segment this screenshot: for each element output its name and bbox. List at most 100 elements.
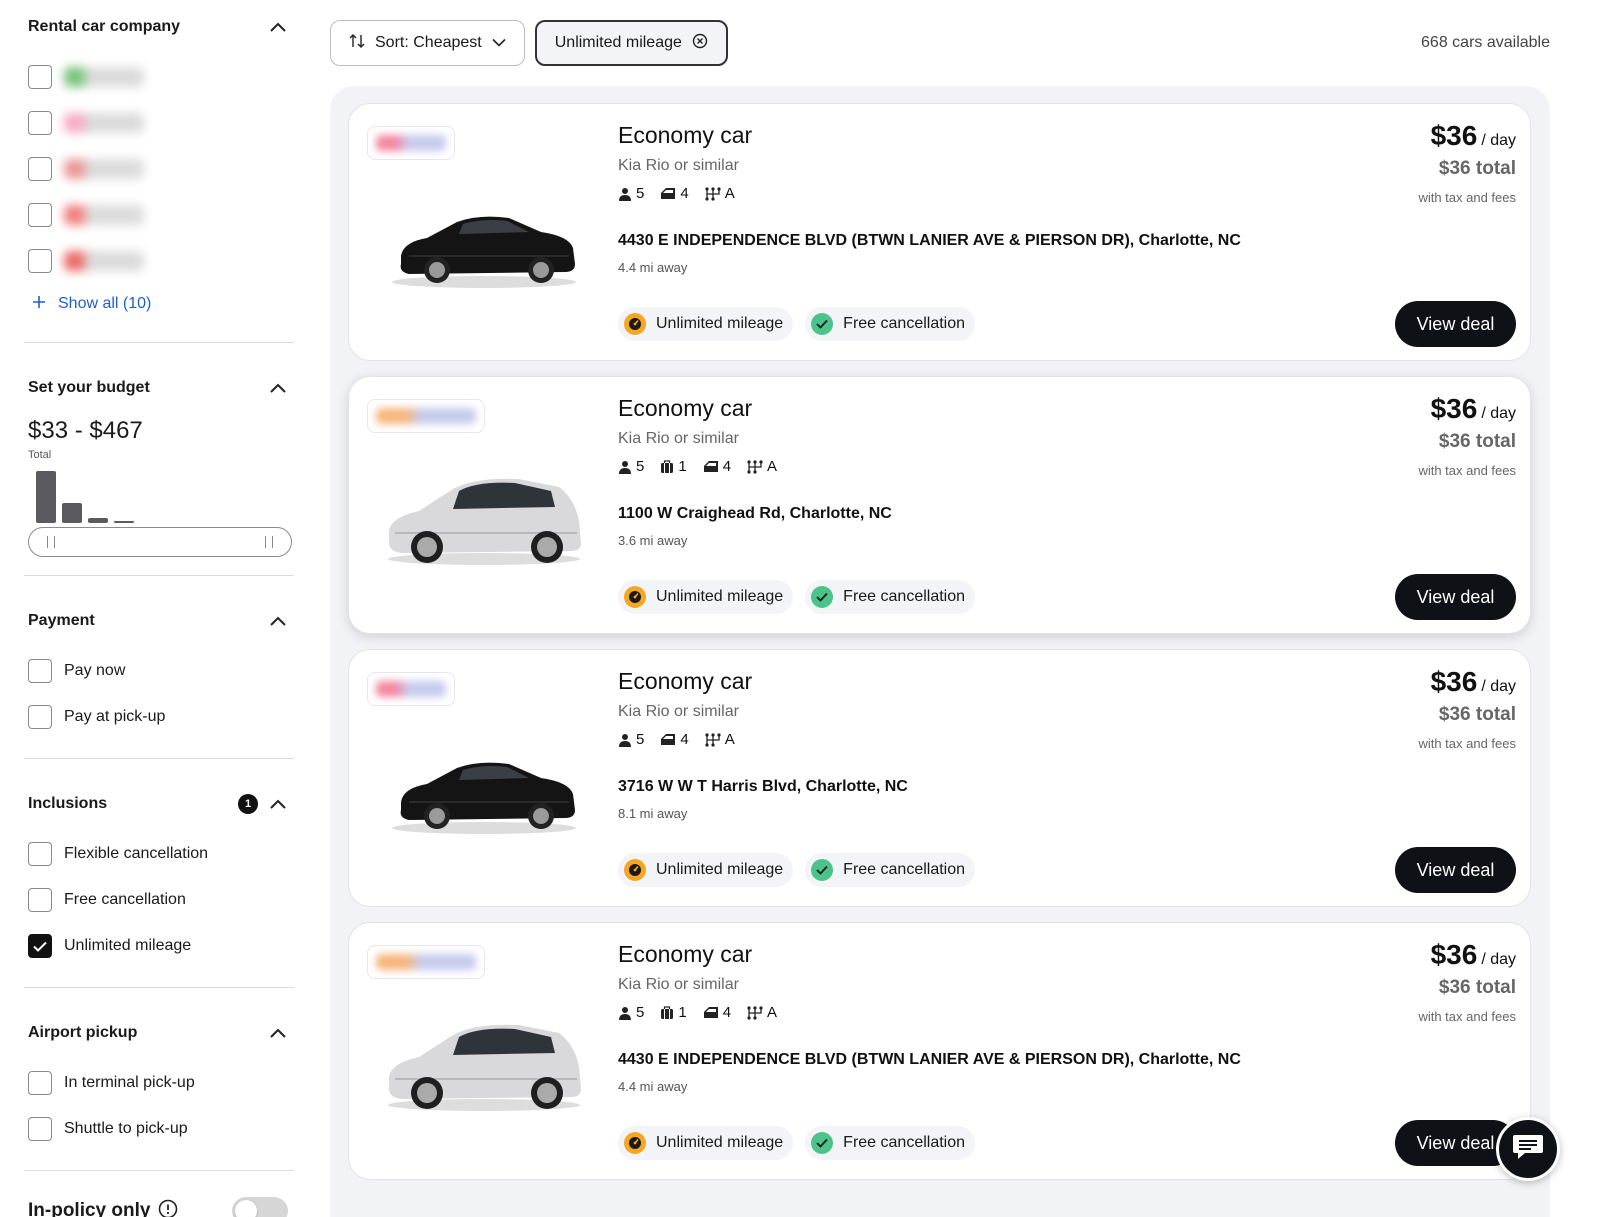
checkbox-option[interactable]: Flexible cancellation <box>24 831 294 877</box>
view-deal-button[interactable]: View deal <box>1395 574 1516 620</box>
results-list: Economy car Kia Rio or similar 5 4 A 4430 E I… <box>330 86 1550 1217</box>
unlimited-mileage-filter-chip[interactable]: Unlimited mileage <box>534 20 728 66</box>
person-icon <box>619 460 631 474</box>
checkbox[interactable] <box>28 888 52 912</box>
selected-count-badge: 1 <box>238 794 258 814</box>
total-price: $36 total <box>1438 977 1516 998</box>
budget-slider[interactable] <box>28 527 292 557</box>
car-info: Economy car Kia Rio or similar 5 4 A <box>618 122 752 202</box>
free-cancellation-badge: Free cancellation <box>805 307 976 341</box>
daily-price: $36 <box>1430 120 1478 151</box>
checkbox[interactable] <box>28 1071 52 1095</box>
checkbox[interactable] <box>28 111 52 135</box>
bags-count: 1 <box>678 458 687 475</box>
checkbox[interactable] <box>28 249 52 273</box>
chevron-down-icon <box>492 34 506 52</box>
in-policy-toggle[interactable] <box>232 1197 288 1217</box>
checkbox[interactable] <box>28 157 52 181</box>
person-icon <box>619 187 631 201</box>
company-logo <box>64 67 144 87</box>
seats-count: 5 <box>636 185 645 202</box>
company-option[interactable] <box>24 54 294 100</box>
budget-header[interactable]: Set your budget <box>24 361 294 415</box>
transmission-type: A <box>767 458 778 475</box>
check-circle-icon <box>811 586 834 608</box>
car-info: Economy car Kia Rio or similar 5 1 4 A <box>618 941 777 1021</box>
company-option[interactable] <box>24 192 294 238</box>
sort-dropdown[interactable]: Sort: Cheapest <box>330 20 525 66</box>
checkbox-option[interactable]: Pay at pick-up <box>24 694 294 740</box>
chevron-up-icon[interactable] <box>268 611 288 631</box>
company-option[interactable] <box>24 238 294 284</box>
car-result-card[interactable]: Economy car Kia Rio or similar 5 4 A 4430 E I… <box>348 103 1531 361</box>
checkbox-option[interactable]: Unlimited mileage <box>24 923 294 969</box>
histogram-bar <box>62 503 82 523</box>
checkbox-option[interactable]: Free cancellation <box>24 877 294 923</box>
check-circle-icon <box>811 859 834 881</box>
slider-max-handle[interactable] <box>265 536 273 548</box>
section-title: Set your budget <box>28 379 150 396</box>
in-policy-row: In-policy only <box>24 1189 294 1217</box>
free-cancellation-badge: Free cancellation <box>805 1126 976 1160</box>
checkbox[interactable] <box>28 659 52 683</box>
transmission-spec: A <box>747 458 777 475</box>
chevron-up-icon[interactable] <box>268 378 288 398</box>
checkbox[interactable] <box>28 65 52 89</box>
price-histogram <box>24 467 294 523</box>
car-result-card[interactable]: Economy car Kia Rio or similar 5 1 4 A 1100 W … <box>348 376 1531 634</box>
per-day-label: / day <box>1481 951 1516 968</box>
per-day-label: / day <box>1481 678 1516 695</box>
seats-spec: 5 <box>618 458 644 475</box>
close-circle-icon[interactable] <box>692 33 708 54</box>
gear-shift-icon <box>705 732 721 747</box>
budget-sub-label: Total <box>28 449 52 461</box>
toggle-knob <box>235 1200 257 1217</box>
car-door-icon <box>661 734 676 745</box>
show-all-companies-link[interactable]: Show all (10) <box>24 284 294 324</box>
payment-header[interactable]: Payment <box>24 594 294 648</box>
slider-min-handle[interactable] <box>47 536 55 548</box>
pickup-address: 3716 W W T Harris Blvd, Charlotte, NC <box>618 778 908 795</box>
chat-button[interactable] <box>1496 1117 1560 1181</box>
checkbox[interactable] <box>28 203 52 227</box>
rental-company-logo <box>367 126 455 160</box>
car-door-icon <box>661 188 676 199</box>
checkbox-checked[interactable] <box>28 934 52 958</box>
tax-note: with tax and fees <box>1418 463 1516 478</box>
transmission-spec: A <box>705 185 735 202</box>
checkbox[interactable] <box>28 842 52 866</box>
distance: 3.6 mi away <box>618 533 688 548</box>
checkbox[interactable] <box>28 1117 52 1141</box>
gear-shift-icon <box>747 1005 763 1020</box>
car-specs: 5 4 A <box>618 731 752 748</box>
sort-arrows-icon <box>349 33 365 53</box>
doors-spec: 4 <box>660 731 689 748</box>
checkbox-option[interactable]: Shuttle to pick-up <box>24 1106 294 1152</box>
checkbox-option[interactable]: In terminal pick-up <box>24 1060 294 1106</box>
company-option[interactable] <box>24 100 294 146</box>
company-option[interactable] <box>24 146 294 192</box>
plus-icon <box>32 295 46 314</box>
car-result-card[interactable]: Economy car Kia Rio or similar 5 4 A 3716 W W… <box>348 649 1531 907</box>
car-model: Kia Rio or similar <box>618 703 739 720</box>
checkbox[interactable] <box>28 705 52 729</box>
transmission-type: A <box>724 185 735 202</box>
airport-pickup-header[interactable]: Airport pickup <box>24 1006 294 1060</box>
price-box: $36/ day $36 total with tax and fees <box>1418 666 1516 751</box>
chat-bubble-icon <box>1511 1132 1545 1167</box>
chevron-up-icon[interactable] <box>268 1023 288 1043</box>
car-class-title: Economy car <box>618 122 753 148</box>
inclusions-header[interactable]: Inclusions 1 <box>24 777 294 831</box>
check-circle-icon <box>811 313 834 335</box>
checkbox-label: Free cancellation <box>64 891 186 908</box>
car-specs: 5 4 A <box>618 185 752 202</box>
view-deal-button[interactable]: View deal <box>1395 847 1516 893</box>
car-result-card[interactable]: Economy car Kia Rio or similar 5 1 4 A 4430 E … <box>348 922 1531 1180</box>
checkbox-option[interactable]: Pay now <box>24 648 294 694</box>
speedometer-icon <box>624 313 646 335</box>
chevron-up-icon[interactable] <box>268 794 288 814</box>
view-deal-button[interactable]: View deal <box>1395 301 1516 347</box>
chevron-up-icon[interactable] <box>268 17 288 37</box>
info-icon[interactable] <box>158 1199 178 1217</box>
rental-company-header[interactable]: Rental car company <box>24 0 294 54</box>
